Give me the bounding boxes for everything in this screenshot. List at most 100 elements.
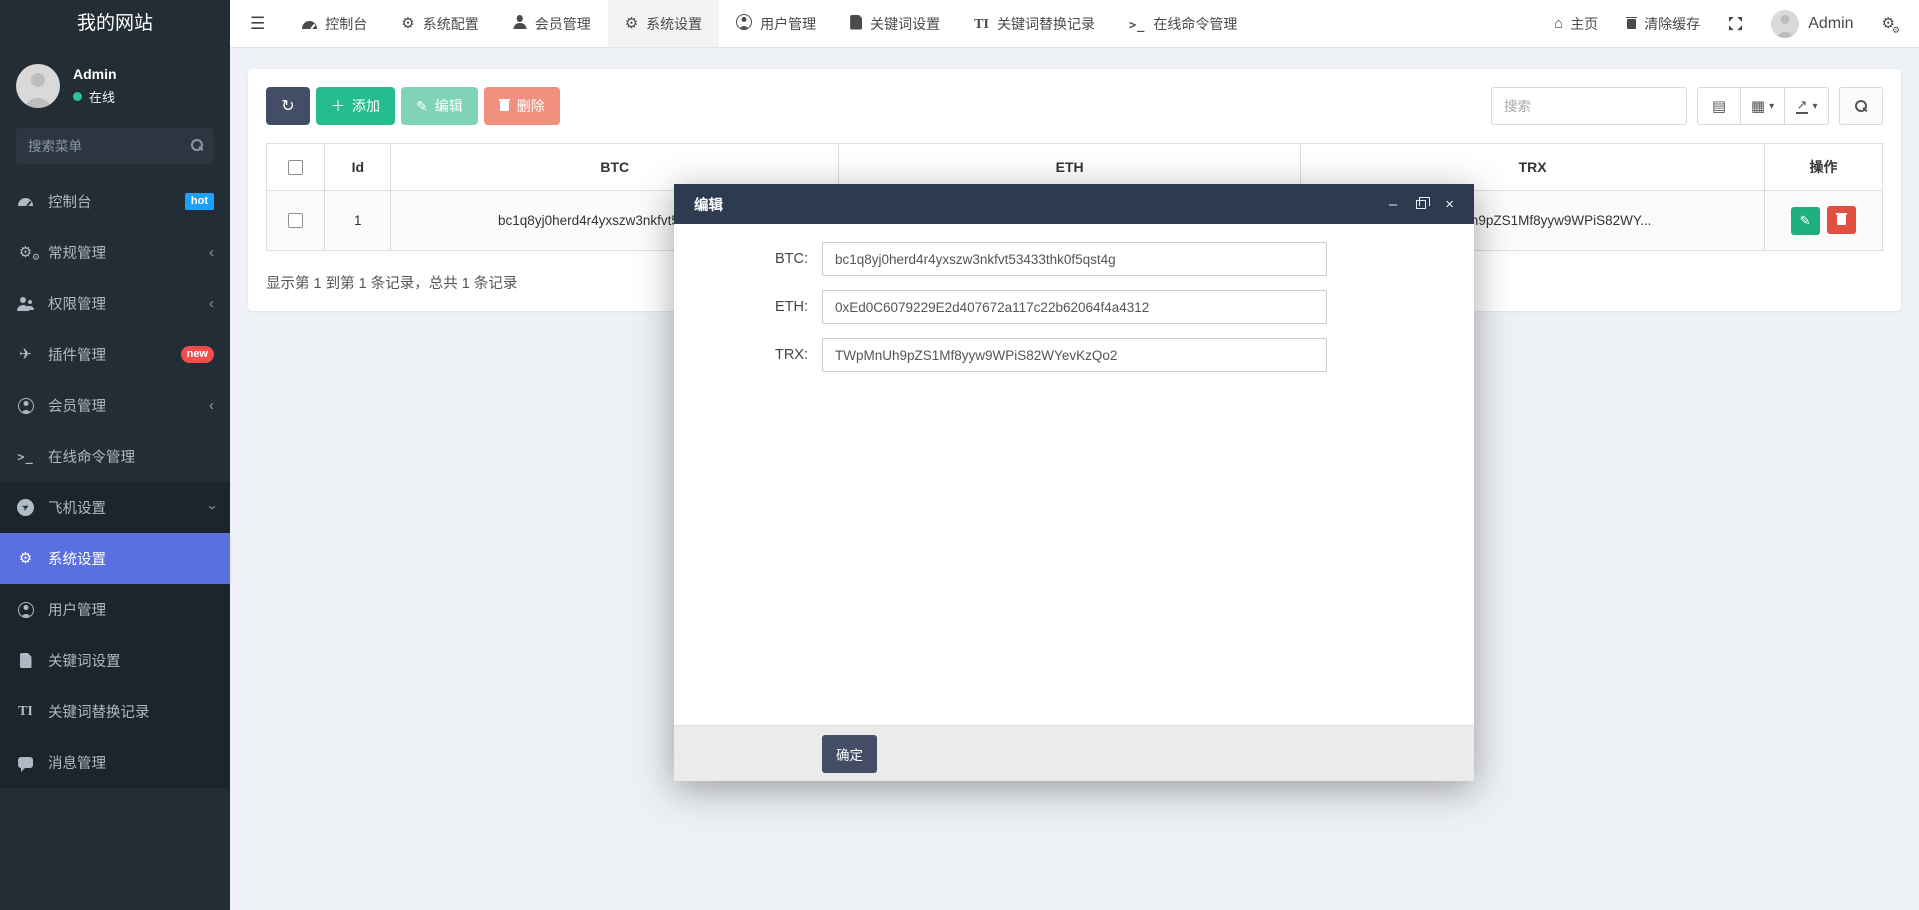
chevron-left-icon: ‹ <box>209 244 214 261</box>
confirm-button[interactable]: 确定 <box>822 735 877 773</box>
sidebar-item-keyword-settings[interactable]: 关键词设置 <box>0 635 230 686</box>
view-button-group: ▤ ▦▾ ↗▾ <box>1697 87 1829 125</box>
tab-online-commands[interactable]: >_ 在线命令管理 <box>1112 0 1254 47</box>
row-id-cell: 1 <box>325 191 391 251</box>
search-button[interactable] <box>1839 87 1883 125</box>
toolbar: ↻ ＋ 添加 ✎ 编辑 删除 ▤ ▦▾ <box>266 87 1883 125</box>
chevron-down-icon: ‹ <box>203 505 220 510</box>
search-icon <box>1855 100 1867 112</box>
topnav-right: ⌂ 主页 清除缓存 Admin ⚙⚙ <box>1554 0 1919 47</box>
sidebar-item-label: 在线命令管理 <box>48 446 135 467</box>
column-ops: 操作 <box>1765 144 1883 191</box>
hamburger-icon[interactable]: ☰ <box>230 0 285 47</box>
avatar <box>1771 10 1799 38</box>
btc-field[interactable] <box>822 242 1327 276</box>
select-all-checkbox[interactable] <box>288 160 303 175</box>
detail-view-button[interactable]: ▤ <box>1697 87 1741 125</box>
minimize-button[interactable]: – <box>1389 197 1397 212</box>
row-ops-cell: ✎ <box>1765 191 1883 251</box>
sidebar-item-keyword-replace-log[interactable]: TI 关键词替换记录 <box>0 686 230 737</box>
search-icon <box>191 139 203 151</box>
trx-field[interactable] <box>822 338 1327 372</box>
modal-window-controls: – × <box>1389 197 1454 212</box>
app-window: 我的网站 Admin 在线 控制台 hot ⚙⚙ <box>0 0 1919 910</box>
sidebar-item-label: 插件管理 <box>48 344 106 365</box>
sidebar-item-label: 系统设置 <box>48 548 106 569</box>
sidebar-item-members[interactable]: 会员管理 ‹ <box>0 380 230 431</box>
sidebar-item-plugins[interactable]: ✈ 插件管理 new <box>0 329 230 380</box>
file-icon <box>16 653 35 668</box>
person-icon <box>513 15 527 32</box>
user-panel: Admin 在线 <box>0 48 230 120</box>
export-dropdown-button[interactable]: ↗▾ <box>1785 87 1829 125</box>
sidebar-menu: 控制台 hot ⚙⚙ 常规管理 ‹ 权限管理 ‹ ✈ 插件管理 new <box>0 176 230 788</box>
topnav-user[interactable]: Admin <box>1771 10 1853 38</box>
sidebar-search-input[interactable] <box>16 128 214 164</box>
sidebar-item-user-management[interactable]: 用户管理 <box>0 584 230 635</box>
clear-cache-link[interactable]: 清除缓存 <box>1626 14 1700 34</box>
caret-down-icon: ▾ <box>1769 101 1774 112</box>
topnav-user-name: Admin <box>1808 15 1853 33</box>
chevron-left-icon: ‹ <box>209 397 214 414</box>
pencil-icon: ✎ <box>416 98 428 115</box>
edit-button[interactable]: ✎ 编辑 <box>401 87 478 125</box>
avatar <box>16 64 60 108</box>
tab-label: 控制台 <box>325 14 367 34</box>
table-search-input[interactable] <box>1491 87 1687 125</box>
columns-dropdown-button[interactable]: ▦▾ <box>1741 87 1785 125</box>
gauge-icon <box>16 198 35 206</box>
close-button[interactable]: × <box>1445 197 1454 212</box>
topnav: ☰ 控制台 ⚙ 系统配置 会员管理 ⚙ 系统设置 用户管理 关键词设置 TI 关… <box>230 0 1919 48</box>
rocket-icon: ✈ <box>16 347 35 362</box>
user-name: Admin <box>73 66 117 82</box>
tab-label: 在线命令管理 <box>1153 14 1237 34</box>
sidebar-item-message-management[interactable]: 消息管理 <box>0 737 230 788</box>
tab-user-management[interactable]: 用户管理 <box>719 0 833 47</box>
clear-cache-label: 清除缓存 <box>1644 14 1700 34</box>
add-label: 添加 <box>352 96 380 116</box>
toolbar-right: ▤ ▦▾ ↗▾ <box>1491 87 1883 125</box>
tab-dashboard[interactable]: 控制台 <box>285 0 384 47</box>
tab-keyword-replace-log[interactable]: TI 关键词替换记录 <box>957 0 1112 47</box>
online-dot-icon <box>73 92 82 101</box>
trash-icon <box>1836 212 1847 228</box>
tab-keyword-settings[interactable]: 关键词设置 <box>833 0 957 47</box>
sidebar-item-label: 控制台 <box>48 191 92 212</box>
sidebar-item-general[interactable]: ⚙⚙ 常规管理 ‹ <box>0 227 230 278</box>
delete-button[interactable]: 删除 <box>484 87 560 125</box>
edit-modal: 编辑 – × BTC: ETH: TRX: 确定 <box>674 184 1474 781</box>
tab-label: 用户管理 <box>760 14 816 34</box>
telegram-icon: ➤ <box>16 499 35 516</box>
terminal-icon: >_ <box>16 450 35 464</box>
modal-header[interactable]: 编辑 – × <box>674 184 1474 224</box>
tab-system-settings[interactable]: ⚙ 系统设置 <box>608 0 719 47</box>
export-icon: ↗ <box>1796 98 1809 114</box>
settings-gears-icon[interactable]: ⚙⚙ <box>1882 15 1895 33</box>
sidebar: 我的网站 Admin 在线 控制台 hot ⚙⚙ <box>0 0 230 910</box>
sidebar-item-dashboard[interactable]: 控制台 hot <box>0 176 230 227</box>
sidebar-item-system-settings[interactable]: ⚙ 系统设置 <box>0 533 230 584</box>
row-delete-button[interactable] <box>1827 206 1856 234</box>
tab-system-config[interactable]: ⚙ 系统配置 <box>384 0 495 47</box>
home-link[interactable]: ⌂ 主页 <box>1554 14 1598 34</box>
gear-icon: ⚙ <box>401 16 414 31</box>
restore-icon <box>1416 200 1426 209</box>
eth-field[interactable] <box>822 290 1327 324</box>
sidebar-item-label: 常规管理 <box>48 242 106 263</box>
refresh-button[interactable]: ↻ <box>266 87 310 125</box>
sidebar-item-plane-settings[interactable]: ➤ 飞机设置 ‹ <box>0 482 230 533</box>
add-button[interactable]: ＋ 添加 <box>316 87 395 125</box>
gauge-icon <box>302 16 317 32</box>
sidebar-item-online-commands[interactable]: >_ 在线命令管理 <box>0 431 230 482</box>
fullscreen-button[interactable] <box>1728 16 1743 31</box>
sidebar-item-permissions[interactable]: 权限管理 ‹ <box>0 278 230 329</box>
trash-icon <box>499 98 510 114</box>
tab-label: 系统配置 <box>423 14 479 34</box>
tab-members[interactable]: 会员管理 <box>496 0 608 47</box>
grid-columns-icon: ▦ <box>1751 97 1765 115</box>
sidebar-item-label: 关键词设置 <box>48 650 121 671</box>
row-edit-button[interactable]: ✎ <box>1791 207 1820 235</box>
sidebar-item-label: 会员管理 <box>48 395 106 416</box>
maximize-button[interactable] <box>1416 200 1426 209</box>
row-checkbox[interactable] <box>288 213 303 228</box>
